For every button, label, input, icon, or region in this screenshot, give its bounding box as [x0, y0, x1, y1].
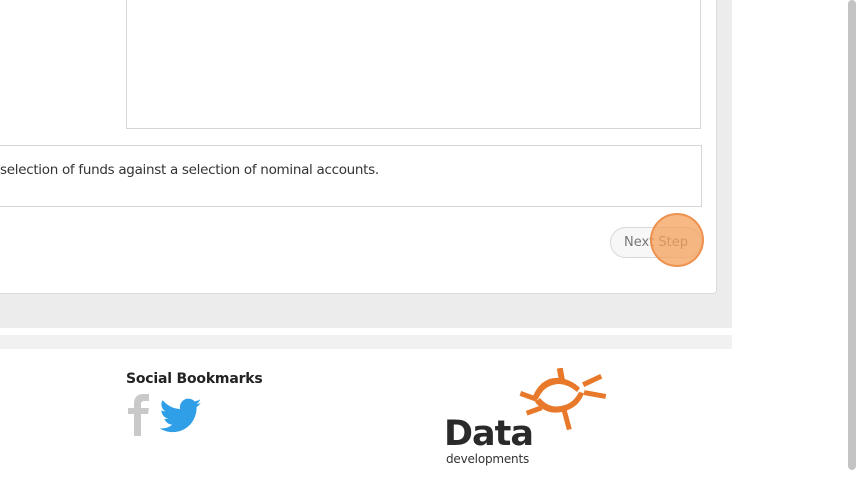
facebook-icon[interactable] [126, 394, 152, 436]
scrollbar-thumb[interactable] [848, 0, 856, 470]
next-step-button[interactable]: Next Step [610, 227, 702, 258]
logo-subtitle: developments [446, 452, 530, 466]
twitter-icon[interactable] [160, 398, 202, 434]
footer-top-strip [0, 335, 732, 349]
social-bookmarks-heading: Social Bookmarks [126, 371, 263, 387]
logo-wordmark: Data [444, 414, 534, 454]
description-text: selection of funds against a selection o… [0, 162, 379, 178]
text-area[interactable] [126, 0, 701, 129]
